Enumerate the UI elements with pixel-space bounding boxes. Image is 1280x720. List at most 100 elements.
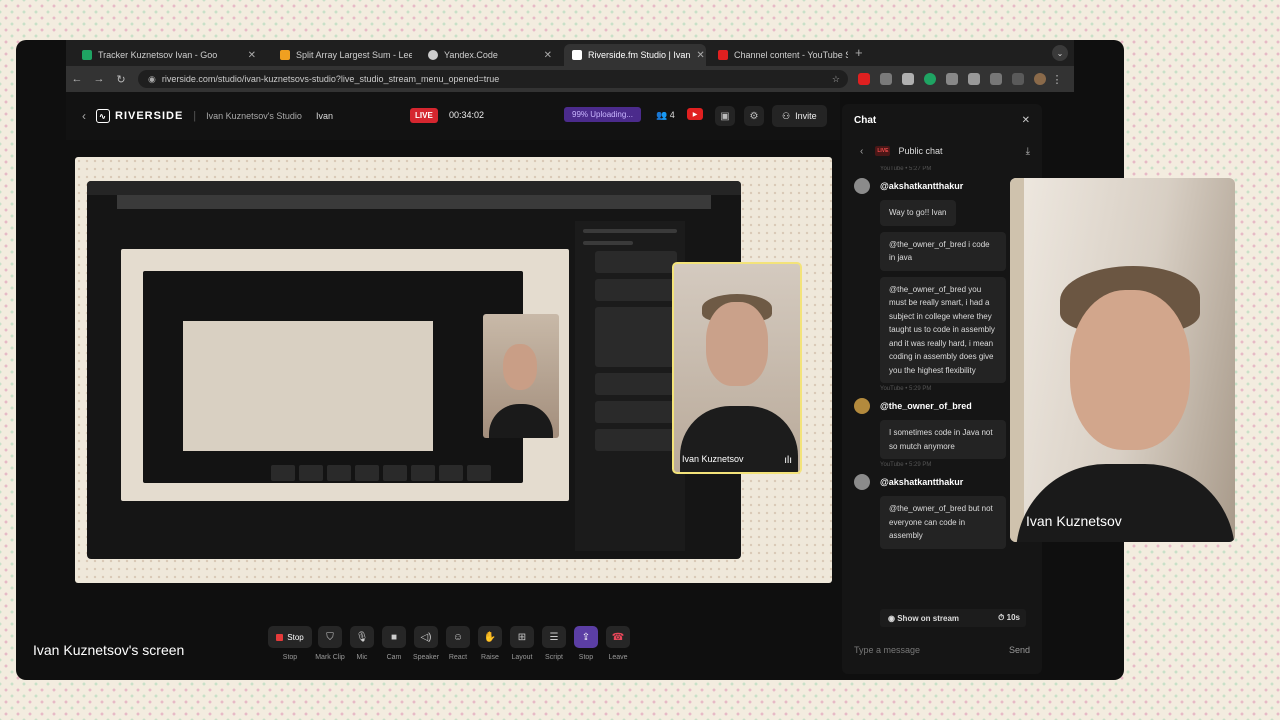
timer-icon: ⏱ (998, 613, 1005, 622)
microphone-icon: 🎙 (355, 631, 369, 643)
browser-tab[interactable]: Tracker Kuznetsov Ivan - Goo ✕ (74, 44, 264, 66)
message-bubble[interactable]: @the_owner_of_bred you must be really sm… (880, 276, 1006, 383)
stream-duration-button[interactable]: ⏱ 10s (998, 613, 1020, 623)
live-timer: 00:34:02 (449, 110, 485, 120)
divider: | (193, 110, 197, 122)
layout-button[interactable]: ⊞ (510, 626, 534, 648)
mark-clip-button[interactable]: ⛉ (318, 626, 342, 648)
back-chevron-icon[interactable]: ‹ (860, 146, 863, 157)
user-avatar (854, 398, 870, 414)
extensions-puzzle-icon[interactable] (990, 73, 1002, 85)
user-avatar (854, 474, 870, 490)
address-bar[interactable]: ◉ riverside.com/studio/ivan-kuznetsovs-s… (138, 70, 848, 88)
user-avatar (854, 178, 870, 194)
back-chevron-icon[interactable]: ‹ (82, 109, 86, 123)
shared-screen: Ivan Kuznetsov ılı (75, 157, 832, 583)
close-chat-icon[interactable]: ✕ (1022, 115, 1030, 126)
stop-recording-control: Stop Stop (266, 626, 314, 661)
cam-button[interactable]: ■ (382, 626, 406, 648)
message-bubble[interactable]: @the_owner_of_bred but not everyone can … (880, 496, 1006, 549)
script-button[interactable]: ☰ (542, 626, 566, 648)
nested-controls (271, 465, 491, 481)
extension-icon[interactable] (968, 73, 980, 85)
profile-avatar-icon[interactable] (1034, 73, 1046, 85)
nested-camera-tile (483, 314, 559, 438)
audio-level-icon: ılı (784, 455, 792, 466)
chat-title: Chat (854, 115, 877, 126)
send-button[interactable]: Send (1009, 645, 1030, 655)
mic-button[interactable]: 🎙 (350, 626, 374, 648)
sidebar-icon[interactable] (1012, 73, 1024, 85)
chat-toggle-icon[interactable]: ▣ (715, 106, 735, 126)
hand-icon: ✋ (483, 631, 497, 643)
extension-icon[interactable] (880, 73, 892, 85)
message-bubble[interactable]: I sometimes code in Java not so mutch an… (880, 420, 1006, 459)
stop-recording-button[interactable]: Stop (268, 626, 312, 648)
nested-url-bar (117, 195, 711, 209)
message-bubble[interactable]: Way to go!! Ivan (880, 200, 956, 226)
browser-toolbar: ← → ↻ ◉ riverside.com/studio/ivan-kuznet… (66, 66, 1074, 92)
screen-share-icon: ⇪ (581, 631, 591, 643)
nested-inner-screen (143, 271, 523, 483)
script-icon: ☰ (549, 631, 559, 643)
message-meta: YouTube • 5:27 PM (880, 166, 932, 172)
speaker-control: ◁) Speaker (410, 626, 442, 661)
extension-icon[interactable] (902, 73, 914, 85)
people-icon: 👥 (656, 110, 668, 120)
chat-composer: Type a message Send (854, 640, 1030, 660)
show-on-stream-button[interactable]: ◉ Show on stream (888, 614, 959, 623)
extension-icon[interactable] (946, 73, 958, 85)
close-tab-icon[interactable]: ✕ (696, 50, 704, 61)
leetcode-favicon-icon (280, 50, 290, 60)
stop-screen-share-button[interactable]: ⇪ (574, 626, 598, 648)
eye-icon: ◉ (888, 613, 895, 623)
bookmark-star-icon[interactable]: ☆ (832, 74, 840, 85)
settings-gear-icon[interactable]: ⚙ (744, 106, 764, 126)
back-icon[interactable]: ← (66, 73, 88, 85)
new-tab-icon[interactable]: + (855, 45, 863, 60)
react-control: ☺ React (442, 626, 474, 661)
site-info-icon[interactable]: ◉ (148, 74, 156, 85)
speaker-button[interactable]: ◁) (414, 626, 438, 648)
browser-tab[interactable]: Channel content - YouTube S (710, 44, 848, 66)
stop-share-control: ⇪ Stop (570, 626, 602, 661)
emoji-icon: ☺ (452, 631, 464, 643)
browser-tab-bar: Tracker Kuznetsov Ivan - Goo ✕ Split Arr… (66, 40, 1074, 66)
show-on-stream-bar: ◉ Show on stream ⏱ 10s (880, 609, 1026, 627)
close-tab-icon[interactable]: ✕ (248, 50, 256, 61)
tab-search-icon[interactable]: ⌄ (1052, 45, 1068, 61)
extension-icon[interactable] (924, 73, 936, 85)
participants-count[interactable]: 👥 4 (656, 110, 675, 121)
recording-controls: Stop Stop ⛉ Mark Clip 🎙 Mic ■ Cam ◁) Spe… (266, 626, 634, 661)
message-bubble[interactable]: @the_owner_of_bred i code in java (880, 231, 1006, 271)
react-button[interactable]: ☺ (446, 626, 470, 648)
riverside-logo-icon: ∿ (96, 109, 110, 123)
raise-hand-control: ✋ Raise (474, 626, 506, 661)
studio-name: Ivan Kuznetsov's Studio (206, 111, 302, 121)
raise-hand-button[interactable]: ✋ (478, 626, 502, 648)
youtube-favicon-icon (718, 50, 728, 60)
extension-icon[interactable] (858, 73, 870, 85)
add-person-icon: ⚇ (782, 110, 791, 121)
bookmark-icon: ⛉ (326, 631, 334, 643)
browser-tab[interactable]: Split Array Largest Sum - Lee ✕ (272, 44, 412, 66)
reload-icon[interactable]: ↻ (110, 73, 132, 86)
chat-channel-header: ‹ LIVE Public chat ⤓ (842, 140, 1042, 162)
close-tab-icon[interactable]: ✕ (544, 50, 552, 61)
layout-control: ⊞ Layout (506, 626, 538, 661)
message-input[interactable]: Type a message (854, 645, 920, 655)
youtube-destination-icon[interactable]: ▶ (687, 108, 703, 120)
browser-menu-icon[interactable]: ⋮ (1046, 73, 1068, 86)
studio-window: Tracker Kuznetsov Ivan - Goo ✕ Split Arr… (16, 40, 1124, 680)
riverside-favicon-icon (572, 50, 582, 60)
leave-button[interactable]: ☎ (606, 626, 630, 648)
browser-tab[interactable]: Yandex.Code ✕ (420, 44, 560, 66)
browser-tab-active[interactable]: Riverside.fm Studio | Ivan ✕ (564, 44, 706, 66)
nested-screen-capture (87, 181, 741, 559)
participant-name: Ivan Kuznetsov (682, 454, 744, 464)
leave-control: ☎ Leave (602, 626, 634, 661)
upload-status[interactable]: 99% Uploading... (564, 107, 641, 122)
forward-icon[interactable]: → (88, 73, 110, 85)
invite-button[interactable]: ⚇ Invite (772, 105, 827, 127)
download-icon[interactable]: ⤓ (1026, 146, 1030, 157)
